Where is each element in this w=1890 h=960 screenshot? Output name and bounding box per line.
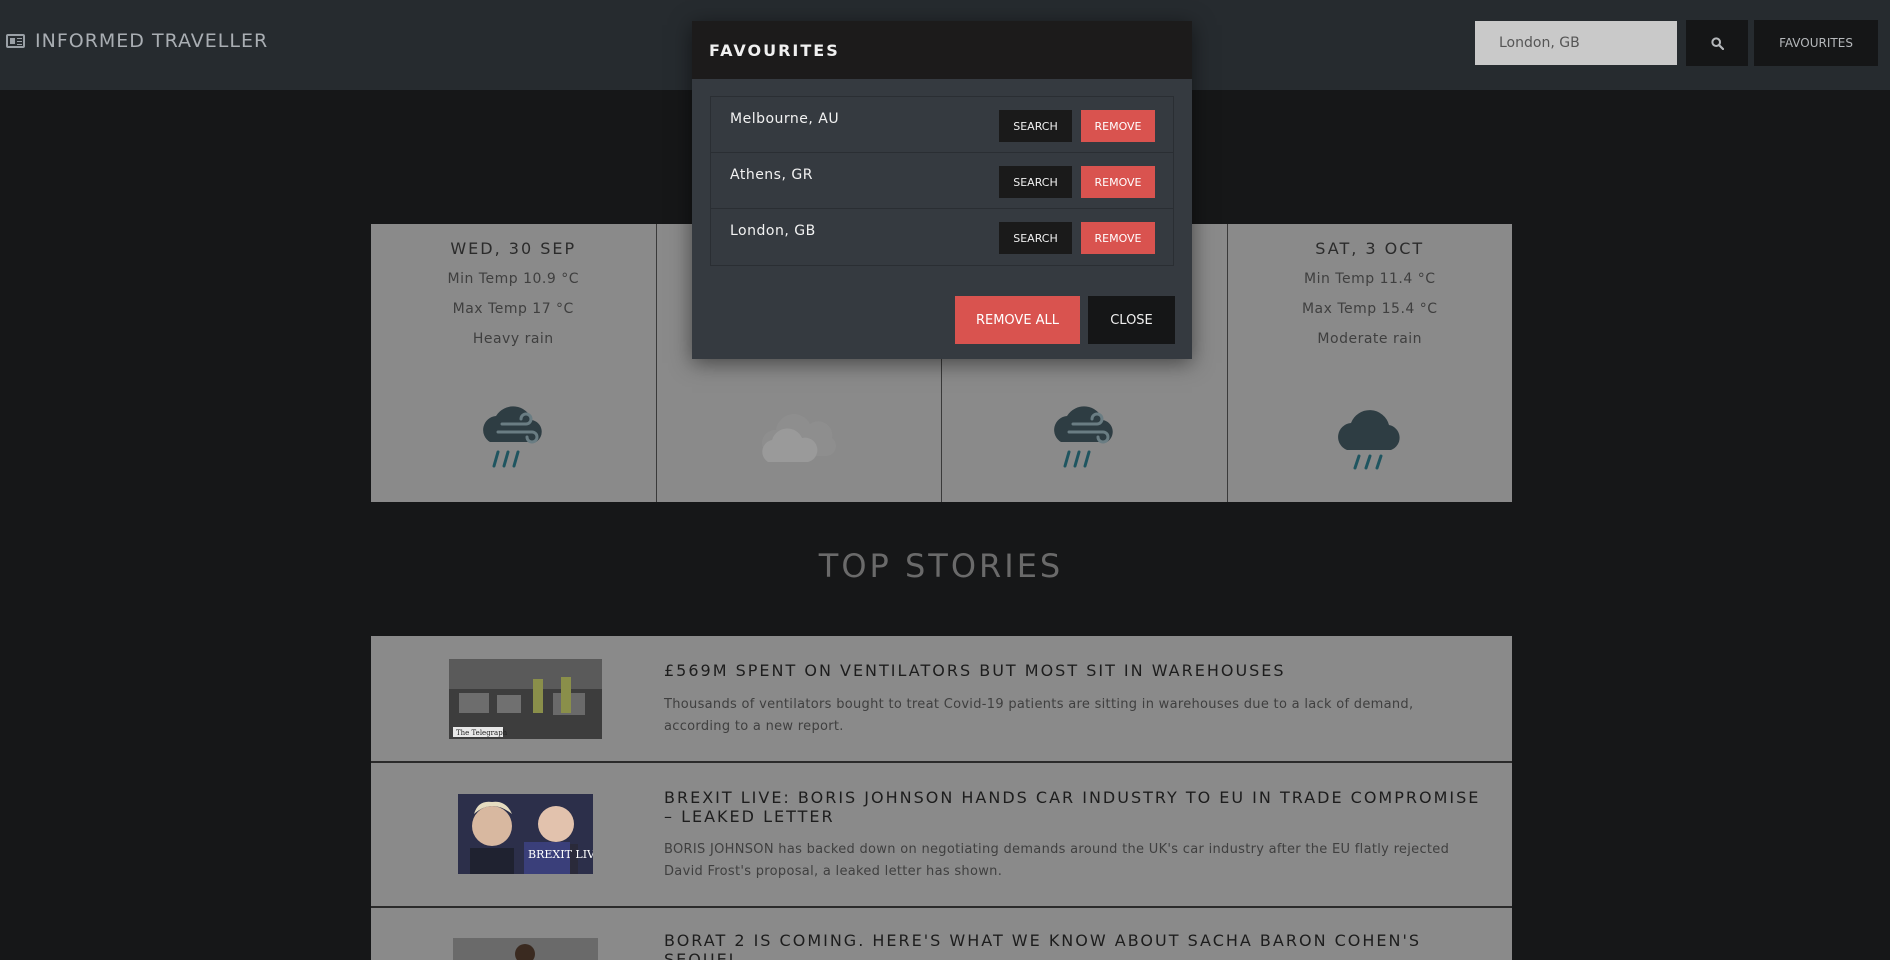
forecast-day: WED, 30 SEP Min Temp 10.9 °C Max Temp 17…	[371, 224, 657, 502]
story-description: Thousands of ventilators bought to treat…	[664, 697, 1414, 734]
remove-all-button[interactable]: REMOVE ALL	[955, 296, 1080, 344]
story-thumbnail: The Telegraph	[449, 659, 602, 739]
rain-cloud-icon	[1337, 410, 1400, 470]
favourite-city-name: Athens, GR	[730, 167, 813, 183]
favourite-city-name: Melbourne, AU	[730, 111, 840, 127]
story-card[interactable]: The Telegraph £569M SPENT ON VENTILATORS…	[371, 636, 1512, 763]
story-title[interactable]: £569M SPENT ON VENTILATORS BUT MOST SIT …	[664, 661, 1484, 680]
favourite-remove-button[interactable]: REMOVE	[1081, 166, 1155, 198]
max-temp: Max Temp 17 °C	[452, 301, 574, 317]
story-thumbnail	[453, 938, 598, 960]
max-temp: Max Temp 15.4 °C	[1301, 301, 1438, 317]
min-temp: Min Temp 10.9 °C	[447, 271, 579, 287]
modal-title: FAVOURITES	[709, 40, 840, 60]
favourites-list: Melbourne, AU SEARCH REMOVE Athens, GR S…	[710, 96, 1174, 266]
brand-title: INFORMED TRAVELLER	[35, 30, 269, 52]
search-button[interactable]	[1686, 20, 1748, 66]
story-source: The Telegraph	[456, 729, 508, 737]
city-search-input[interactable]	[1475, 21, 1677, 65]
forecast-day: SAT, 3 OCT Min Temp 11.4 °C Max Temp 15.…	[1227, 224, 1512, 502]
close-button[interactable]: CLOSE	[1088, 296, 1175, 344]
modal-header: FAVOURITES	[692, 21, 1192, 79]
story-source: BREXIT LIVE	[528, 848, 593, 861]
favourites-modal: FAVOURITES Melbourne, AU SEARCH REMOVE A…	[692, 21, 1192, 359]
story-description: BORIS JOHNSON has backed down on negotia…	[664, 842, 1450, 879]
min-temp: Min Temp 11.4 °C	[1304, 271, 1436, 287]
favourite-item: Athens, GR SEARCH REMOVE	[711, 153, 1173, 209]
top-stories-heading: TOP STORIES	[818, 547, 1064, 585]
story-title[interactable]: BREXIT LIVE: BORIS JOHNSON HANDS CAR IND…	[664, 788, 1484, 826]
story-card[interactable]: BORAT 2 IS COMING. HERE'S WHAT WE KNOW A…	[371, 908, 1512, 960]
brand[interactable]: INFORMED TRAVELLER	[6, 30, 268, 52]
weather-description: Moderate rain	[1317, 331, 1423, 347]
favourite-remove-button[interactable]: REMOVE	[1081, 110, 1155, 142]
wind-rain-icon	[483, 406, 542, 468]
weather-description: Heavy rain	[472, 331, 554, 347]
favourite-search-button[interactable]: SEARCH	[999, 110, 1072, 142]
favourite-item: London, GB SEARCH REMOVE	[711, 209, 1173, 265]
search-icon	[1710, 36, 1724, 50]
favourite-search-button[interactable]: SEARCH	[999, 222, 1072, 254]
favourite-city-name: London, GB	[730, 223, 816, 239]
story-thumbnail: BREXIT LIVE	[458, 794, 593, 874]
favourite-search-button[interactable]: SEARCH	[999, 166, 1072, 198]
forecast-date: SAT, 3 OCT	[1315, 239, 1425, 258]
story-card[interactable]: BREXIT LIVE BREXIT LIVE: BORIS JOHNSON H…	[371, 763, 1512, 908]
newspaper-icon	[6, 34, 25, 48]
favourites-button[interactable]: FAVOURITES	[1754, 20, 1878, 66]
favourite-item: Melbourne, AU SEARCH REMOVE	[711, 97, 1173, 153]
favourite-remove-button[interactable]: REMOVE	[1081, 222, 1155, 254]
forecast-date: WED, 30 SEP	[450, 239, 577, 258]
wind-rain-icon	[1054, 406, 1113, 468]
story-title[interactable]: BORAT 2 IS COMING. HERE'S WHAT WE KNOW A…	[664, 931, 1484, 960]
cloud-icon	[761, 414, 836, 462]
